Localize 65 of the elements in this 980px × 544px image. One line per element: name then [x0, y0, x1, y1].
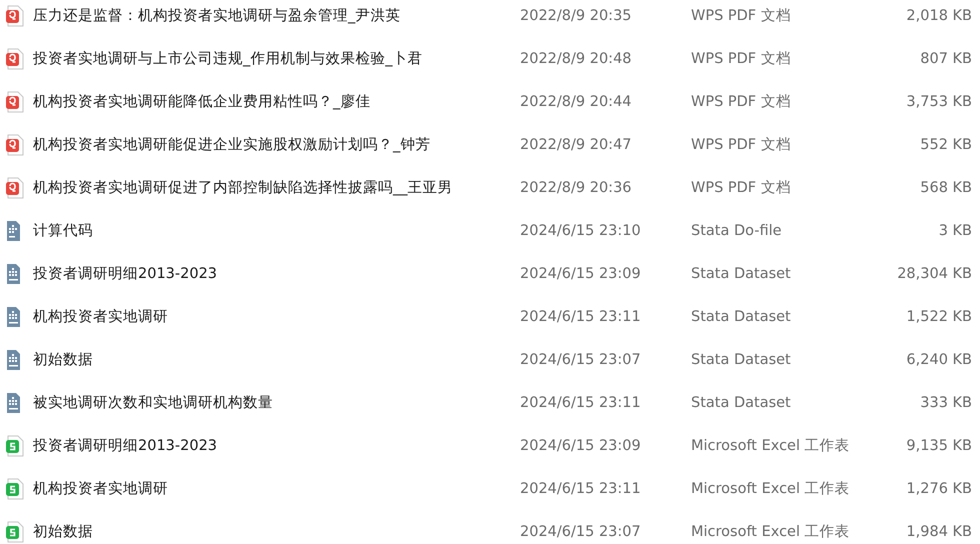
file-type: WPS PDF 文档: [691, 179, 792, 197]
date-modified: 2024/6/15 23:11: [520, 308, 642, 324]
file-type: Microsoft Excel 工作表: [691, 437, 851, 455]
date-modified: 2024/6/15 23:07: [520, 524, 642, 540]
file-type: Stata Dataset: [691, 308, 792, 324]
file-size: 807 KB: [919, 50, 973, 66]
file-size: 1,984 KB: [905, 524, 973, 540]
date-modified: 2022/8/9 20:48: [520, 50, 633, 66]
file-name[interactable]: 初始数据: [33, 522, 520, 541]
spreadsheet-file-icon: [6, 520, 25, 542]
data-file-icon: [6, 306, 21, 328]
date-modified: 2024/6/15 23:11: [520, 394, 642, 410]
file-name[interactable]: 压力还是监督：机构投资者实地调研与盈余管理_尹洪英: [33, 6, 520, 25]
file-name[interactable]: 投资者调研明细2013-2023: [33, 264, 520, 283]
data-file-icon: [6, 262, 21, 284]
file-name[interactable]: 机构投资者实地调研: [33, 479, 520, 498]
file-type: WPS PDF 文档: [691, 50, 792, 68]
date-modified: 2024/6/15 23:11: [520, 480, 642, 496]
file-size: 3 KB: [938, 222, 973, 238]
pdf-file-icon: [6, 4, 25, 26]
data-file-icon: [6, 220, 21, 242]
file-type: WPS PDF 文档: [691, 7, 792, 25]
file-name[interactable]: 机构投资者实地调研能降低企业费用粘性吗？_廖佳: [33, 92, 520, 111]
file-name[interactable]: 计算代码: [33, 221, 520, 240]
file-type: WPS PDF 文档: [691, 136, 792, 154]
date-modified: 2024/6/15 23:07: [520, 352, 642, 368]
pdf-file-icon: [6, 48, 25, 70]
file-type: Stata Do-file: [691, 222, 783, 238]
pdf-file-icon: [6, 176, 25, 198]
file-name[interactable]: 投资者调研明细2013-2023: [33, 436, 520, 455]
date-modified: 2022/8/9 20:47: [520, 136, 633, 152]
file-type: Stata Dataset: [691, 352, 792, 368]
file-size: 333 KB: [919, 394, 973, 410]
file-size: 568 KB: [919, 180, 973, 196]
file-size: 6,240 KB: [905, 352, 973, 368]
file-name[interactable]: 机构投资者实地调研促进了内部控制缺陷选择性披露吗__王亚男: [33, 178, 520, 197]
spreadsheet-file-icon: [6, 478, 25, 500]
date-modified: 2022/8/9 20:44: [520, 94, 633, 110]
spreadsheet-file-icon: [6, 434, 25, 456]
file-size: 1,522 KB: [905, 308, 973, 324]
pdf-file-icon: [6, 90, 25, 112]
file-size: 28,304 KB: [896, 266, 973, 282]
file-type: Stata Dataset: [691, 394, 792, 410]
file-size: 3,753 KB: [905, 94, 973, 110]
date-modified: 2024/6/15 23:10: [520, 222, 642, 238]
date-modified: 2022/8/9 20:35: [520, 8, 633, 24]
file-size: 9,135 KB: [905, 438, 973, 454]
file-name[interactable]: 投资者实地调研与上市公司违规_作用机制与效果检验_卜君: [33, 49, 520, 68]
file-name[interactable]: 机构投资者实地调研能促进企业实施股权激励计划吗？_钟芳: [33, 135, 520, 154]
file-size: 552 KB: [919, 136, 973, 152]
file-name[interactable]: 初始数据: [33, 350, 520, 369]
date-modified: 2022/8/9 20:36: [520, 180, 633, 196]
file-type: Microsoft Excel 工作表: [691, 480, 851, 498]
file-size: 1,276 KB: [905, 480, 973, 496]
date-modified: 2024/6/15 23:09: [520, 438, 642, 454]
file-type: Microsoft Excel 工作表: [691, 523, 851, 541]
file-type: Stata Dataset: [691, 266, 792, 282]
file-type: WPS PDF 文档: [691, 93, 792, 111]
pdf-file-icon: [6, 134, 25, 156]
file-size: 2,018 KB: [905, 8, 973, 24]
file-name[interactable]: 机构投资者实地调研: [33, 307, 520, 326]
date-modified: 2024/6/15 23:09: [520, 266, 642, 282]
data-file-icon: [6, 348, 21, 370]
data-file-icon: [6, 392, 21, 414]
file-name[interactable]: 被实地调研次数和实地调研机构数量: [33, 393, 520, 412]
